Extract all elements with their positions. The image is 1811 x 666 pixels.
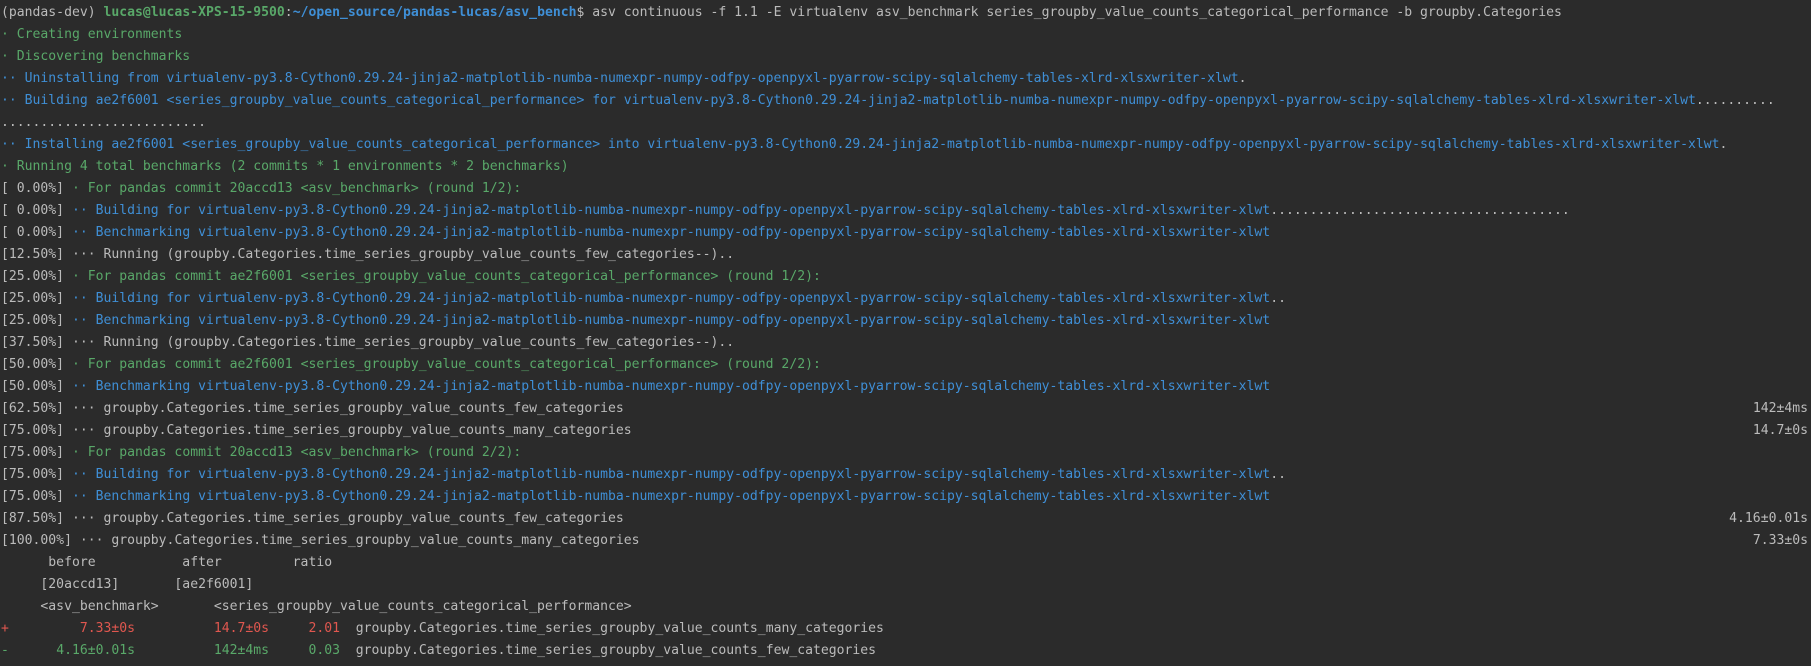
progress-percent: [ 0.00%] [1, 225, 72, 240]
benchmark-timing: 4.16±0.01s [1729, 511, 1808, 526]
progress-line: [ 0.00%] ·· Benchmarking virtualenv-py3.… [0, 222, 1811, 244]
progress-text: ·· Building for virtualenv-py3.8-Cython0… [71, 291, 1271, 306]
progress-line: [75.00%] · For pandas commit 20accd13 <a… [0, 442, 1811, 464]
command-text: asv continuous -f 1.1 -E virtualenv asv_… [592, 5, 1562, 20]
conda-env: (pandas-dev) [1, 5, 104, 20]
progress-text: · For pandas commit 20accd13 <asv_benchm… [71, 445, 522, 460]
progress-percent: [12.50%] [1, 247, 72, 262]
prompt-line: (pandas-dev) lucas@lucas-XPS-15-9500:~/o… [0, 2, 1811, 24]
progress-dots: .. [1270, 467, 1286, 482]
progress-text: ·· Benchmarking virtualenv-py3.8-Cython0… [71, 489, 1271, 504]
summary-rows: + 7.33±0s 14.7±0s 2.01 groupby.Categorie… [0, 618, 1811, 662]
progress-line: [ 0.00%] · For pandas commit 20accd13 <a… [0, 178, 1811, 200]
progress-text: ·· Benchmarking virtualenv-py3.8-Cython0… [71, 379, 1271, 394]
progress-line: [37.50%] ··· Running (groupby.Categories… [0, 332, 1811, 354]
summary-before: 4.16±0.01s [8, 643, 136, 658]
progress-text: ··· groupby.Categories.time_series_group… [71, 401, 624, 416]
building-dots-continued: .......................... [1, 115, 206, 130]
summary-ratio: 2.01 [269, 621, 340, 636]
building-line: ·· Building ae2f6001 <series_groupby_val… [0, 90, 1811, 112]
progress-line: [50.00%] ·· Benchmarking virtualenv-py3.… [0, 376, 1811, 398]
progress-percent: [75.00%] [1, 423, 72, 438]
prompt-dollar: $ [576, 5, 593, 20]
progress-text: ··· groupby.Categories.time_series_group… [79, 533, 640, 548]
discovering-benchmarks-line: · Discovering benchmarks [1, 49, 191, 64]
progress-text: ·· Building for virtualenv-py3.8-Cython0… [71, 203, 1271, 218]
installing-text: ·· Installing ae2f6001 <series_groupby_v… [1, 137, 1720, 152]
benchmark-timing: 142±4ms [1752, 401, 1808, 416]
summary-branches: <asv_benchmark> <series_groupby_value_co… [1, 599, 632, 614]
summary-after: 142±4ms [135, 643, 270, 658]
progress-log: [ 0.00%] · For pandas commit 20accd13 <a… [0, 178, 1811, 552]
installing-line: ·· Installing ae2f6001 <series_groupby_v… [0, 134, 1811, 156]
progress-dots: ...................................... [1270, 203, 1570, 218]
summary-row: + 7.33±0s 14.7±0s 2.01 groupby.Categorie… [0, 618, 1811, 640]
progress-percent: [25.00%] [1, 313, 72, 328]
progress-percent: [50.00%] [1, 357, 72, 372]
summary-benchmark-name: groupby.Categories.time_series_groupby_v… [340, 621, 884, 636]
progress-percent: [ 0.00%] [1, 203, 72, 218]
summary-before: 7.33±0s [8, 621, 136, 636]
progress-text: ··· Running (groupby.Categories.time_ser… [71, 247, 735, 262]
progress-percent: [50.00%] [1, 379, 72, 394]
progress-line: [12.50%] ··· Running (groupby.Categories… [0, 244, 1811, 266]
progress-line: [ 0.00%] ·· Building for virtualenv-py3.… [0, 200, 1811, 222]
progress-percent: [37.50%] [1, 335, 72, 350]
progress-line: [75.00%] ·· Building for virtualenv-py3.… [0, 464, 1811, 486]
progress-dots: .. [1270, 291, 1286, 306]
progress-line: [100.00%] ··· groupby.Categories.time_se… [0, 530, 1811, 552]
summary-sign: + [1, 621, 9, 636]
progress-percent: [25.00%] [1, 291, 72, 306]
progress-text: ··· groupby.Categories.time_series_group… [71, 423, 632, 438]
uninstalling-line: ·· Uninstalling from virtualenv-py3.8-Cy… [0, 68, 1811, 90]
progress-percent: [ 0.00%] [1, 181, 72, 196]
running-total-line: · Running 4 total benchmarks (2 commits … [1, 159, 569, 174]
uninstalling-text: ·· Uninstalling from virtualenv-py3.8-Cy… [1, 71, 1239, 86]
summary-commits: [20accd13] [ae2f6001] [1, 577, 254, 592]
summary-after: 14.7±0s [135, 621, 270, 636]
progress-text: ·· Building for virtualenv-py3.8-Cython0… [71, 467, 1271, 482]
uninstalling-dots: . [1238, 71, 1247, 86]
progress-line: [75.00%] ··· groupby.Categories.time_ser… [0, 420, 1811, 442]
prompt-path: ~/open_source/pandas-lucas/asv_bench [292, 5, 577, 20]
progress-percent: [25.00%] [1, 269, 72, 284]
benchmark-timing: 14.7±0s [1752, 423, 1808, 438]
progress-text: ·· Benchmarking virtualenv-py3.8-Cython0… [71, 313, 1271, 328]
progress-line: [87.50%] ··· groupby.Categories.time_ser… [0, 508, 1811, 530]
progress-text: ··· groupby.Categories.time_series_group… [71, 511, 624, 526]
progress-text: · For pandas commit 20accd13 <asv_benchm… [71, 181, 522, 196]
progress-line: [25.00%] ·· Benchmarking virtualenv-py3.… [0, 310, 1811, 332]
progress-text: · For pandas commit ae2f6001 <series_gro… [71, 269, 821, 284]
progress-percent: [100.00%] [1, 533, 80, 548]
progress-percent: [87.50%] [1, 511, 72, 526]
progress-percent: [75.00%] [1, 489, 72, 504]
progress-line: [25.00%] · For pandas commit ae2f6001 <s… [0, 266, 1811, 288]
summary-sign: - [1, 643, 9, 658]
terminal-output[interactable]: (pandas-dev) lucas@lucas-XPS-15-9500:~/o… [0, 0, 1811, 666]
progress-percent: [75.00%] [1, 467, 72, 482]
summary-ratio: 0.03 [269, 643, 340, 658]
summary-header: before after ratio [1, 555, 333, 570]
progress-text: · For pandas commit ae2f6001 <series_gro… [71, 357, 821, 372]
progress-line: [25.00%] ·· Building for virtualenv-py3.… [0, 288, 1811, 310]
building-text: ·· Building ae2f6001 <series_groupby_val… [1, 93, 1696, 108]
progress-percent: [62.50%] [1, 401, 72, 416]
installing-dots: . [1719, 137, 1728, 152]
progress-percent: [75.00%] [1, 445, 72, 460]
progress-line: [50.00%] · For pandas commit ae2f6001 <s… [0, 354, 1811, 376]
progress-line: [75.00%] ·· Benchmarking virtualenv-py3.… [0, 486, 1811, 508]
progress-line: [62.50%] ··· groupby.Categories.time_ser… [0, 398, 1811, 420]
summary-row: - 4.16±0.01s 142±4ms 0.03 groupby.Catego… [0, 640, 1811, 662]
progress-text: ·· Benchmarking virtualenv-py3.8-Cython0… [71, 225, 1271, 240]
prompt-user-host: lucas@lucas-XPS-15-9500 [103, 5, 285, 20]
benchmark-timing: 7.33±0s [1752, 533, 1808, 548]
creating-environments-line: · Creating environments [1, 27, 183, 42]
building-dots: .......... [1695, 93, 1775, 108]
summary-benchmark-name: groupby.Categories.time_series_groupby_v… [340, 643, 877, 658]
progress-text: ··· Running (groupby.Categories.time_ser… [71, 335, 735, 350]
prompt-colon: : [284, 5, 293, 20]
